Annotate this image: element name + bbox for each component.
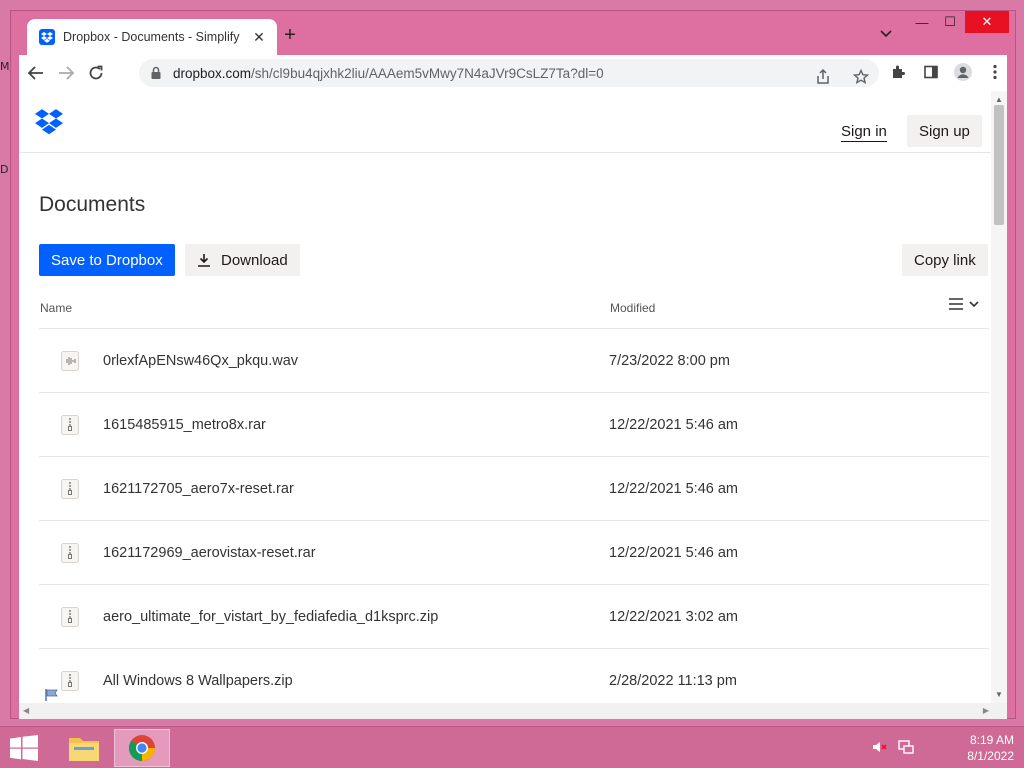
clock-time: 8:19 AM <box>969 733 1014 747</box>
desktop-icon-label[interactable]: M <box>0 60 10 73</box>
column-header-name[interactable]: Name <box>40 301 72 315</box>
save-to-dropbox-button[interactable]: Save to Dropbox <box>39 244 175 276</box>
taskbar-chrome[interactable] <box>114 729 170 767</box>
forward-arrow-icon[interactable] <box>51 58 81 88</box>
url-host: dropbox.com <box>173 65 252 81</box>
file-row[interactable]: 1621172969_aerovistax-reset.rar 12/22/202… <box>39 521 989 585</box>
download-button[interactable]: Download <box>185 244 300 276</box>
profile-avatar-icon[interactable] <box>951 58 975 86</box>
list-view-icon <box>949 298 963 310</box>
file-name[interactable]: 0rlexfApENsw46Qx_pkqu.wav <box>103 353 298 369</box>
tab-search-chevron-icon[interactable] <box>877 27 895 45</box>
file-modified-date: 7/23/2022 8:00 pm <box>609 353 730 369</box>
network-icon[interactable] <box>898 739 914 755</box>
url-path: /sh/cl9bu4qjxhk2liu/AAAem5vMwy7N4aJVr9Cs… <box>251 65 604 81</box>
file-modified-date: 2/28/2022 11:13 pm <box>609 673 737 689</box>
flag-icon[interactable] <box>45 689 59 701</box>
archive-file-icon <box>61 543 79 563</box>
file-row[interactable]: All Windows 8 Wallpapers.zip 2/28/2022 11… <box>39 649 989 703</box>
dropbox-favicon-icon <box>39 29 55 45</box>
file-modified-date: 12/22/2021 3:02 am <box>609 609 738 625</box>
view-toggle-button[interactable] <box>949 298 979 310</box>
title-bar: Dropbox - Documents - Simplify ✕ + — ☐ ✕ <box>11 11 1015 55</box>
file-row[interactable]: 0rlexfApENsw46Qx_pkqu.wav 7/23/2022 8:00 … <box>39 329 989 393</box>
extensions-puzzle-icon[interactable] <box>887 58 911 86</box>
browser-window: Dropbox - Documents - Simplify ✕ + — ☐ ✕… <box>10 10 1016 719</box>
file-modified-date: 12/22/2021 5:46 am <box>609 545 738 561</box>
close-window-button[interactable]: ✕ <box>965 11 1009 33</box>
share-icon[interactable] <box>811 63 835 91</box>
file-name[interactable]: aero_ultimate_for_vistart_by_fediafedia_… <box>103 609 438 625</box>
chrome-icon <box>128 735 155 762</box>
file-row[interactable]: 1621172705_aero7x-reset.rar 12/22/2021 5:… <box>39 457 989 521</box>
archive-file-icon <box>61 479 79 499</box>
download-icon <box>198 254 210 267</box>
web-page: Sign in Sign up Documents Save to Dropbo… <box>19 91 1007 703</box>
scroll-right-arrow-icon[interactable]: ▶ <box>983 706 989 715</box>
file-name[interactable]: 1621172969_aerovistax-reset.rar <box>103 545 316 561</box>
scrollbar-thumb[interactable] <box>994 105 1004 225</box>
scroll-left-arrow-icon[interactable]: ◀ <box>23 706 29 715</box>
minimize-button[interactable]: — <box>907 11 937 33</box>
windows-start-icon[interactable] <box>10 735 38 761</box>
taskbar: 8:19 AM 8/1/2022 <box>0 726 1024 768</box>
file-name[interactable]: 1621172705_aero7x-reset.rar <box>103 481 294 497</box>
lock-icon[interactable] <box>149 66 163 80</box>
clock-date: 8/1/2022 <box>967 749 1014 763</box>
desktop-icon-label[interactable]: D <box>0 163 8 176</box>
archive-file-icon <box>61 607 79 627</box>
tab-title: Dropbox - Documents - Simplify <box>63 30 240 44</box>
file-row[interactable]: 1615485915_metro8x.rar 12/22/2021 5:46 am <box>39 393 989 457</box>
tab-close-icon[interactable]: ✕ <box>251 29 267 46</box>
maximize-button[interactable]: ☐ <box>935 11 965 33</box>
site-header: Sign in Sign up <box>19 91 991 153</box>
side-panel-icon[interactable] <box>919 58 943 86</box>
browser-menu-icon[interactable] <box>983 58 1007 86</box>
browser-tab[interactable]: Dropbox - Documents - Simplify ✕ <box>27 19 277 55</box>
file-name[interactable]: All Windows 8 Wallpapers.zip <box>103 673 293 689</box>
folder-icon <box>69 738 99 761</box>
file-modified-date: 12/22/2021 5:46 am <box>609 481 738 497</box>
back-arrow-icon[interactable] <box>21 58 51 88</box>
archive-file-icon <box>61 415 79 435</box>
vertical-scrollbar[interactable]: ▲ ▼ <box>991 91 1007 703</box>
horizontal-scrollbar[interactable]: ◀ ▶ <box>19 703 1007 719</box>
audio-file-icon <box>61 351 79 371</box>
taskbar-file-explorer[interactable] <box>56 729 112 767</box>
file-name[interactable]: 1615485915_metro8x.rar <box>103 417 266 433</box>
sign-up-button[interactable]: Sign up <box>907 115 982 147</box>
chevron-down-icon <box>969 301 979 307</box>
scroll-down-arrow-icon[interactable]: ▼ <box>995 690 1003 699</box>
address-bar[interactable]: dropbox.com/sh/cl9bu4qjxhk2liu/AAAem5vMw… <box>139 59 879 87</box>
copy-link-button[interactable]: Copy link <box>902 244 988 276</box>
scroll-up-arrow-icon[interactable]: ▲ <box>995 95 1003 104</box>
system-tray <box>872 739 914 755</box>
browser-toolbar: dropbox.com/sh/cl9bu4qjxhk2liu/AAAem5vMw… <box>19 55 1007 91</box>
file-modified-date: 12/22/2021 5:46 am <box>609 417 738 433</box>
bookmark-star-icon[interactable] <box>849 63 873 91</box>
new-tab-button[interactable]: + <box>279 25 301 47</box>
page-title: Documents <box>39 193 146 216</box>
archive-file-icon <box>61 671 79 691</box>
dropbox-logo-icon[interactable] <box>35 109 63 135</box>
sign-in-link[interactable]: Sign in <box>841 123 887 142</box>
file-row[interactable]: aero_ultimate_for_vistart_by_fediafedia_… <box>39 585 989 649</box>
file-list: 0rlexfApENsw46Qx_pkqu.wav 7/23/2022 8:00 … <box>39 329 989 703</box>
volume-muted-icon[interactable] <box>872 739 888 755</box>
system-clock[interactable]: 8:19 AM 8/1/2022 <box>944 732 1014 764</box>
column-header-modified[interactable]: Modified <box>610 301 655 315</box>
reload-icon[interactable] <box>81 58 111 88</box>
download-label: Download <box>221 251 288 269</box>
